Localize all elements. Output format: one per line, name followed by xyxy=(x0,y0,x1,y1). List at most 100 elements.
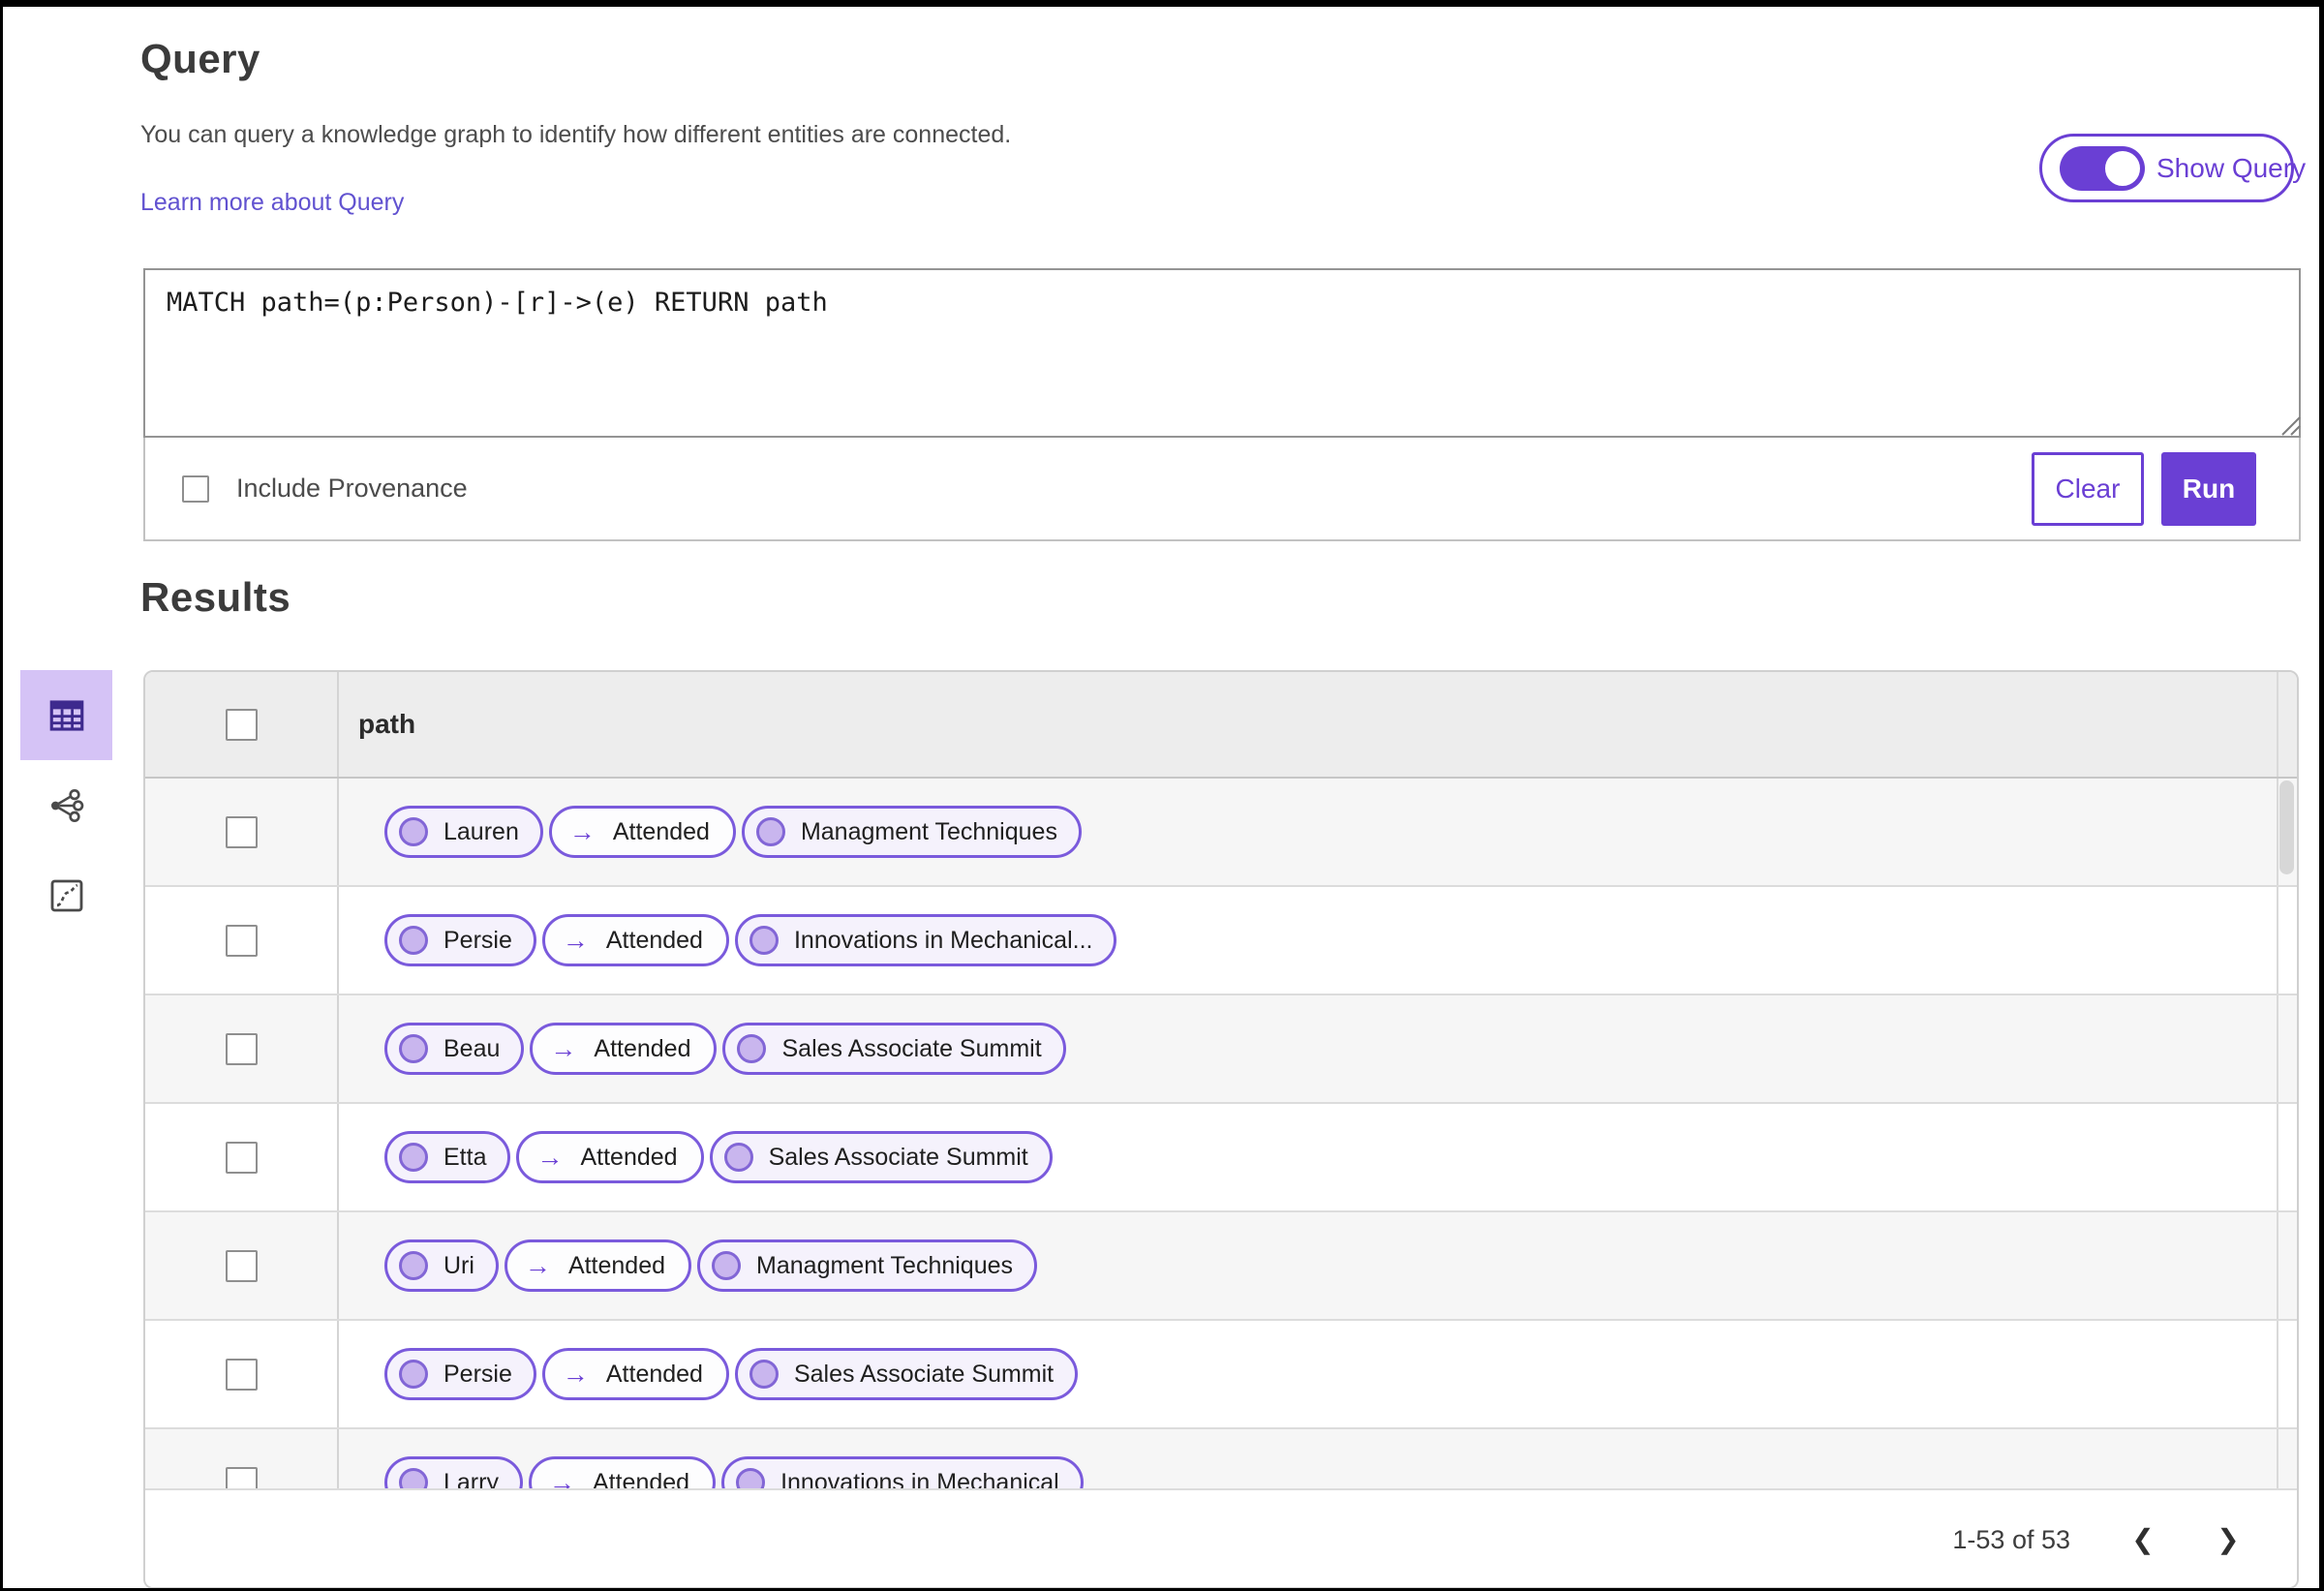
row-checkbox[interactable] xyxy=(225,815,258,848)
path-start-node[interactable]: Uri xyxy=(384,1239,499,1292)
scrollbar-track[interactable] xyxy=(2277,672,2297,777)
row-checkbox[interactable] xyxy=(225,1032,258,1065)
node-label: Lauren xyxy=(443,817,519,845)
table-row: Persie → Attended Innovations in Mechani… xyxy=(145,887,2297,995)
relation-label: Attended xyxy=(592,1468,690,1489)
results-grid: path Lauren → Attended Managment Techniq… xyxy=(145,672,2297,1488)
learn-more-link[interactable]: Learn more about Query xyxy=(140,189,404,217)
scrollbar-track-cell xyxy=(2277,887,2297,994)
path-relation[interactable]: → Attended xyxy=(530,1023,718,1075)
path-cell: Uri → Attended Managment Techniques xyxy=(337,1212,2277,1319)
table-header-row: path xyxy=(145,672,2297,779)
path-end-node[interactable]: Sales Associate Summit xyxy=(709,1131,1053,1183)
next-page-button[interactable]: ❯ xyxy=(2206,1517,2250,1562)
path-relation[interactable]: → Attended xyxy=(541,914,729,966)
show-query-label: Show Query xyxy=(2156,152,2307,183)
scrollbar-track-cell xyxy=(2277,995,2297,1102)
path-relation[interactable]: → Attended xyxy=(516,1131,704,1183)
table-row: Etta → Attended Sales Associate Summit xyxy=(145,1104,2297,1212)
path-start-node[interactable]: Persie xyxy=(384,1348,536,1400)
row-select-cell xyxy=(145,1321,337,1427)
node-circle-icon xyxy=(755,817,785,846)
path-end-node[interactable]: Innovations in Mechanical... xyxy=(734,914,1117,966)
chart-icon xyxy=(50,879,82,911)
graph-view-button[interactable] xyxy=(20,760,112,850)
path-relation[interactable]: → Attended xyxy=(504,1239,692,1292)
row-select-cell xyxy=(145,779,337,885)
path-end-node[interactable]: Managment Techniques xyxy=(741,806,1082,858)
path-column-header[interactable]: path xyxy=(337,672,2277,777)
relation-label: Attended xyxy=(605,1360,703,1388)
run-button[interactable]: Run xyxy=(2161,451,2256,526)
arrow-right-icon: → xyxy=(562,1359,589,1389)
node-label: Innovations in Mechanical xyxy=(780,1468,1059,1489)
row-select-cell xyxy=(145,1104,337,1210)
node-label: Sales Associate Summit xyxy=(781,1034,1042,1062)
node-circle-icon xyxy=(723,1143,753,1172)
table-icon xyxy=(49,699,83,731)
path-end-node[interactable]: Sales Associate Summit xyxy=(734,1348,1079,1400)
path-end-node[interactable]: Sales Associate Summit xyxy=(722,1023,1066,1075)
include-provenance-label: Include Provenance xyxy=(236,474,468,503)
table-body: Lauren → Attended Managment Techniques P… xyxy=(145,779,2297,1488)
include-provenance-checkbox[interactable] xyxy=(182,474,209,503)
row-checkbox[interactable] xyxy=(225,924,258,957)
scrollbar-thumb[interactable] xyxy=(2279,780,2294,874)
node-label: Etta xyxy=(443,1143,487,1171)
path-relation[interactable]: → Attended xyxy=(541,1348,729,1400)
path-cell: Persie → Attended Sales Associate Summit xyxy=(337,1321,2277,1427)
table-row: Persie → Attended Sales Associate Summit xyxy=(145,1321,2297,1429)
row-checkbox[interactable] xyxy=(225,1141,258,1174)
row-select-cell xyxy=(145,1212,337,1319)
table-row: Beau → Attended Sales Associate Summit xyxy=(145,995,2297,1104)
path-start-node[interactable]: Lauren xyxy=(384,806,543,858)
path-start-node[interactable]: Persie xyxy=(384,914,536,966)
clear-button[interactable]: Clear xyxy=(2032,451,2144,526)
path-start-node[interactable]: Etta xyxy=(384,1131,511,1183)
path-cell: Lauren → Attended Managment Techniques xyxy=(337,779,2277,885)
relation-label: Attended xyxy=(594,1034,691,1062)
scrollbar-track-cell xyxy=(2277,1321,2297,1427)
node-circle-icon xyxy=(399,1360,428,1389)
results-title: Results xyxy=(140,574,291,620)
previous-page-button[interactable]: ❮ xyxy=(2121,1517,2165,1562)
row-checkbox[interactable] xyxy=(225,1358,258,1391)
path-relation[interactable]: → Attended xyxy=(528,1456,717,1489)
path-cell: Beau → Attended Sales Associate Summit xyxy=(337,995,2277,1102)
arrow-right-icon: → xyxy=(550,1033,577,1063)
path-chips: Persie → Attended Innovations in Mechani… xyxy=(384,914,1117,966)
show-query-toggle[interactable]: Show Query xyxy=(2039,134,2306,202)
relation-label: Attended xyxy=(612,817,710,845)
view-switcher xyxy=(20,670,112,940)
pagination-range: 1-53 of 53 xyxy=(1952,1524,2070,1554)
table-row: Uri → Attended Managment Techniques xyxy=(145,1212,2297,1321)
query-editor-input[interactable]: MATCH path=(p:Person)-[r]->(e) RETURN pa… xyxy=(143,268,2301,438)
toggle-on-icon[interactable] xyxy=(2060,145,2145,191)
path-start-node[interactable]: Larry xyxy=(384,1456,523,1488)
node-label: Persie xyxy=(443,1360,512,1388)
row-checkbox[interactable] xyxy=(225,1466,258,1488)
select-all-checkbox[interactable] xyxy=(225,708,258,741)
page-title: Query xyxy=(140,36,260,81)
path-relation[interactable]: → Attended xyxy=(548,806,736,858)
table-view-button[interactable] xyxy=(20,670,112,760)
node-circle-icon xyxy=(399,817,428,846)
chart-view-button[interactable] xyxy=(20,850,112,940)
arrow-right-icon: → xyxy=(568,816,596,846)
arrow-right-icon: → xyxy=(548,1467,575,1489)
path-cell: Larry → Attended Innovations in Mechanic… xyxy=(337,1429,2277,1488)
node-label: Persie xyxy=(443,926,512,954)
path-start-node[interactable]: Beau xyxy=(384,1023,525,1075)
node-circle-icon xyxy=(399,926,428,955)
path-end-node[interactable]: Managment Techniques xyxy=(697,1239,1038,1292)
row-checkbox[interactable] xyxy=(225,1249,258,1282)
path-end-node[interactable]: Innovations in Mechanical xyxy=(721,1456,1084,1488)
pagination-bar: 1-53 of 53 ❮ ❯ xyxy=(145,1488,2297,1587)
node-circle-icon xyxy=(749,926,779,955)
arrow-right-icon: → xyxy=(536,1142,564,1172)
node-circle-icon xyxy=(712,1251,742,1280)
select-all-cell xyxy=(145,672,337,777)
path-chips: Beau → Attended Sales Associate Summit xyxy=(384,1023,1066,1075)
scrollbar-track-cell xyxy=(2277,1104,2297,1210)
node-circle-icon xyxy=(399,1251,428,1280)
